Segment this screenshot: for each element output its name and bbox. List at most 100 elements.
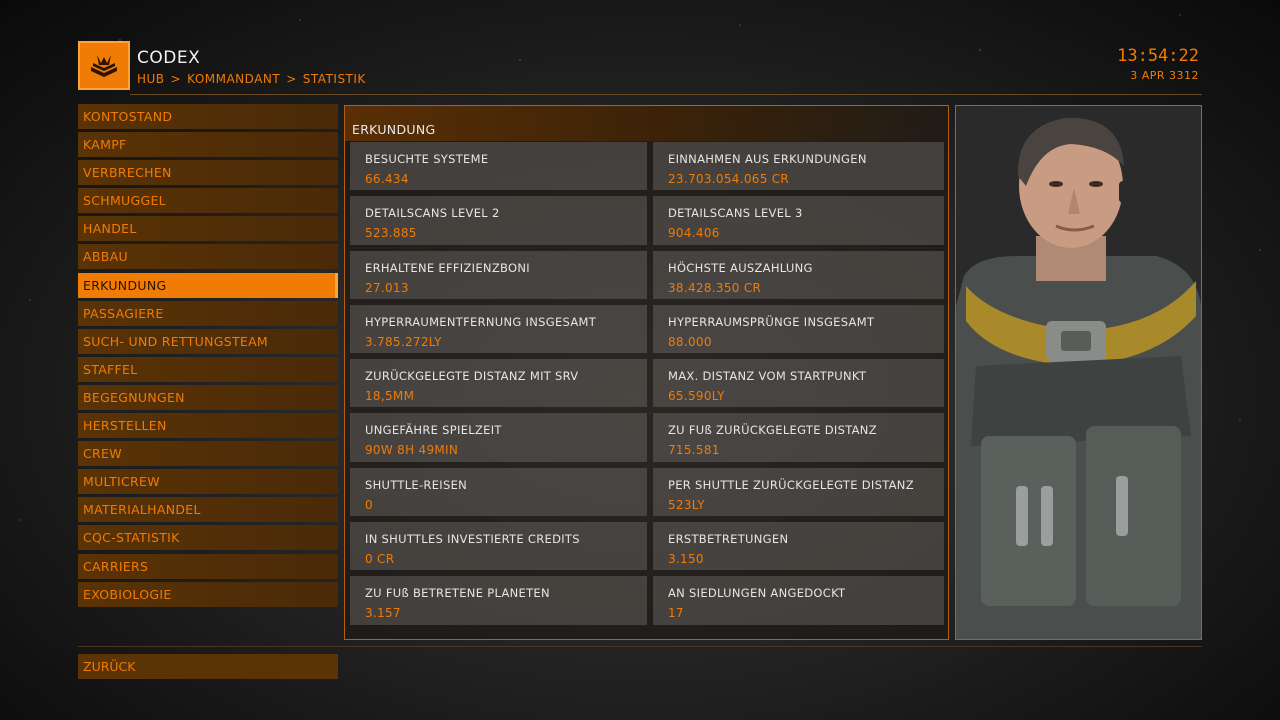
- sidebar-item-label: PASSAGIERE: [83, 305, 164, 321]
- stat-label: AN SIEDLUNGEN ANGEDOCKT: [668, 586, 846, 601]
- stat-value: 38.428.350 CR: [668, 280, 762, 295]
- stat-value: 23.703.054.065 CR: [668, 172, 790, 186]
- sidebar-item-label: ERKUNDUNG: [83, 277, 167, 293]
- footer-divider: [78, 646, 1202, 647]
- breadcrumb-kommandant[interactable]: KOMMANDANT: [187, 72, 280, 86]
- stat-value: 0: [365, 497, 373, 512]
- sidebar-item-label: SCHMUGGEL: [83, 193, 166, 209]
- sidebar-item-erkundung[interactable]: ERKUNDUNG: [78, 272, 338, 298]
- stat-cell: ZU FUß ZURÜCKGELEGTE DISTANZ 715.581: [653, 413, 944, 462]
- sidebar-item-exobiologie[interactable]: EXOBIOLOGIE: [78, 581, 338, 607]
- stat-value: 3.150: [668, 552, 704, 567]
- stats-panel: ERKUNDUNG BESUCHTE SYSTEME 66.434 EINNAHME…: [344, 105, 949, 640]
- stat-value: 0 CR: [365, 552, 395, 567]
- stat-label: ZU FUß BETRETENE PLANETEN: [365, 586, 550, 601]
- sidebar-item-label: KONTOSTAND: [83, 109, 173, 124]
- stats-grid: BESUCHTE SYSTEME 66.434 EINNAHMEN AUS ERKU…: [350, 142, 944, 625]
- stat-label: HYPERRAUMENTFERNUNG INSGESAMT: [365, 314, 597, 329]
- stat-cell: HÖCHSTE AUSZAHLUNG 38.428.350 CR: [653, 250, 944, 299]
- stat-cell: BESUCHTE SYSTEME 66.434: [350, 142, 647, 191]
- panel-title: ERKUNDUNG: [352, 122, 436, 137]
- sidebar-item-staffel[interactable]: STAFFEL: [78, 356, 338, 382]
- stat-value: 66.434: [365, 172, 409, 186]
- sidebar-item-label: KAMPF: [83, 137, 127, 153]
- stat-value: 523LY: [668, 497, 705, 512]
- sidebar-item-label: EXOBIOLOGIE: [83, 586, 172, 602]
- stat-label: SHUTTLE-REISEN: [365, 477, 468, 492]
- clock-date: 3 APR 3312: [1130, 69, 1199, 82]
- stat-cell: HYPERRAUMENTFERNUNG INSGESAMT 3.785.272LY: [350, 304, 647, 354]
- stat-label: BESUCHTE SYSTEME: [365, 152, 489, 166]
- stat-value: 17: [668, 606, 684, 621]
- header-divider: [130, 94, 1202, 95]
- stat-label: UNGEFÄHRE SPIELZEIT: [365, 423, 502, 438]
- stat-cell: UNGEFÄHRE SPIELZEIT 90W 8H 49MIN: [350, 413, 647, 462]
- sidebar-item-label: STAFFEL: [83, 361, 138, 377]
- stat-cell: HYPERRAUMSPRÜNGE INSGESAMT 88.000: [653, 304, 944, 354]
- stat-cell: ZU FUß BETRETENE PLANETEN 3.157: [350, 576, 647, 625]
- sidebar-item-label: CREW: [83, 446, 122, 462]
- stat-label: ZU FUß ZURÜCKGELEGTE DISTANZ: [668, 423, 877, 438]
- sidebar-item-label: CARRIERS: [83, 558, 149, 574]
- sidebar-item-passagiere[interactable]: PASSAGIERE: [78, 300, 338, 326]
- stat-value: 3.785.272LY: [365, 334, 442, 349]
- clock-time: 13:54:22: [1117, 46, 1199, 66]
- stat-value: 65.590LY: [668, 389, 725, 404]
- sidebar-item-herstellen[interactable]: HERSTELLEN: [78, 413, 338, 439]
- breadcrumb-separator: >: [286, 72, 297, 86]
- stat-value: 523.885: [365, 226, 417, 241]
- stat-cell: AN SIEDLUNGEN ANGEDOCKT 17: [653, 576, 944, 625]
- stat-label: DETAILSCANS LEVEL 3: [668, 206, 803, 221]
- stat-cell: ERHALTENE EFFIZIENZBONI 27.013: [350, 250, 647, 299]
- stat-label: EINNAHMEN AUS ERKUNDUNGEN: [668, 152, 867, 166]
- breadcrumb-separator: >: [170, 72, 182, 86]
- codex-book-icon: [78, 41, 130, 90]
- sidebar-item-carriers[interactable]: CARRIERS: [78, 553, 338, 579]
- breadcrumb-hub[interactable]: HUB: [137, 72, 165, 86]
- sidebar-item-multicrew[interactable]: MULTICREW: [78, 469, 338, 495]
- stat-value: 90W 8H 49MIN: [365, 443, 459, 458]
- stat-cell: PER SHUTTLE ZURÜCKGELEGTE DISTANZ 523LY: [653, 467, 944, 517]
- stat-label: DETAILSCANS LEVEL 2: [365, 206, 500, 221]
- sidebar-item-such-und-rettungsteam[interactable]: SUCH- UND RETTUNGSTEAM: [78, 328, 338, 354]
- stat-cell: EINNAHMEN AUS ERKUNDUNGEN 23.703.054.065 …: [653, 142, 944, 191]
- stat-cell: ERSTBETRETUNGEN 3.150: [653, 522, 944, 571]
- sidebar-item-kampf[interactable]: KAMPF: [78, 132, 338, 158]
- stat-label: HYPERRAUMSPRÜNGE INSGESAMT: [668, 314, 875, 329]
- stat-label: ERSTBETRETUNGEN: [668, 532, 789, 547]
- stat-value: 3.157: [365, 606, 401, 621]
- sidebar-item-label: MULTICREW: [83, 474, 160, 490]
- stat-cell: SHUTTLE-REISEN 0: [350, 467, 647, 517]
- back-button[interactable]: ZURÜCK: [78, 654, 338, 679]
- stat-value: 18,5MM: [365, 389, 415, 404]
- commander-portrait: [955, 105, 1202, 640]
- sidebar-item-label: CQC-STATISTIK: [83, 530, 180, 546]
- stat-value: 904.406: [668, 226, 720, 241]
- stat-label: PER SHUTTLE ZURÜCKGELEGTE DISTANZ: [668, 477, 914, 492]
- sidebar-item-materialhandel[interactable]: MATERIALHANDEL: [78, 497, 338, 523]
- sidebar-item-kontostand[interactable]: KONTOSTAND: [78, 104, 338, 129]
- stat-label: MAX. DISTANZ VOM STARTPUNKT: [668, 369, 867, 384]
- stat-value: 27.013: [365, 280, 409, 295]
- sidebar-item-abbau[interactable]: ABBAU: [78, 244, 338, 270]
- page-title: CODEX: [137, 48, 201, 68]
- sidebar-item-schmuggel[interactable]: SCHMUGGEL: [78, 188, 338, 214]
- sidebar-item-crew[interactable]: CREW: [78, 441, 338, 467]
- stat-cell: DETAILSCANS LEVEL 2 523.885: [350, 196, 647, 245]
- stat-cell: MAX. DISTANZ VOM STARTPUNKT 65.590LY: [653, 359, 944, 408]
- sidebar-item-label: BEGEGNUNGEN: [83, 389, 185, 405]
- sidebar-item-verbrechen[interactable]: VERBRECHEN: [78, 160, 338, 186]
- sidebar-item-label: VERBRECHEN: [83, 165, 172, 181]
- sidebar-item-cqc-statistik[interactable]: CQC-STATISTIK: [78, 525, 338, 551]
- sidebar-item-handel[interactable]: HANDEL: [78, 216, 338, 242]
- sidebar-item-label: ABBAU: [83, 249, 128, 265]
- sidebar-item-label: HERSTELLEN: [83, 418, 167, 434]
- stat-label: HÖCHSTE AUSZAHLUNG: [668, 260, 813, 275]
- breadcrumb: HUB > KOMMANDANT > STATISTIK: [137, 72, 366, 86]
- sidebar-item-label: MATERIALHANDEL: [83, 502, 201, 518]
- stat-label: ERHALTENE EFFIZIENZBONI: [365, 260, 530, 275]
- sidebar-item-begegnungen[interactable]: BEGEGNUNGEN: [78, 384, 338, 410]
- sidebar-nav: KONTOSTAND KAMPF VERBRECHEN SCHMUGGEL HANDEL…: [78, 104, 338, 610]
- stat-value: 715.581: [668, 443, 720, 458]
- stat-cell: IN SHUTTLES INVESTIERTE CREDITS 0 CR: [350, 522, 647, 571]
